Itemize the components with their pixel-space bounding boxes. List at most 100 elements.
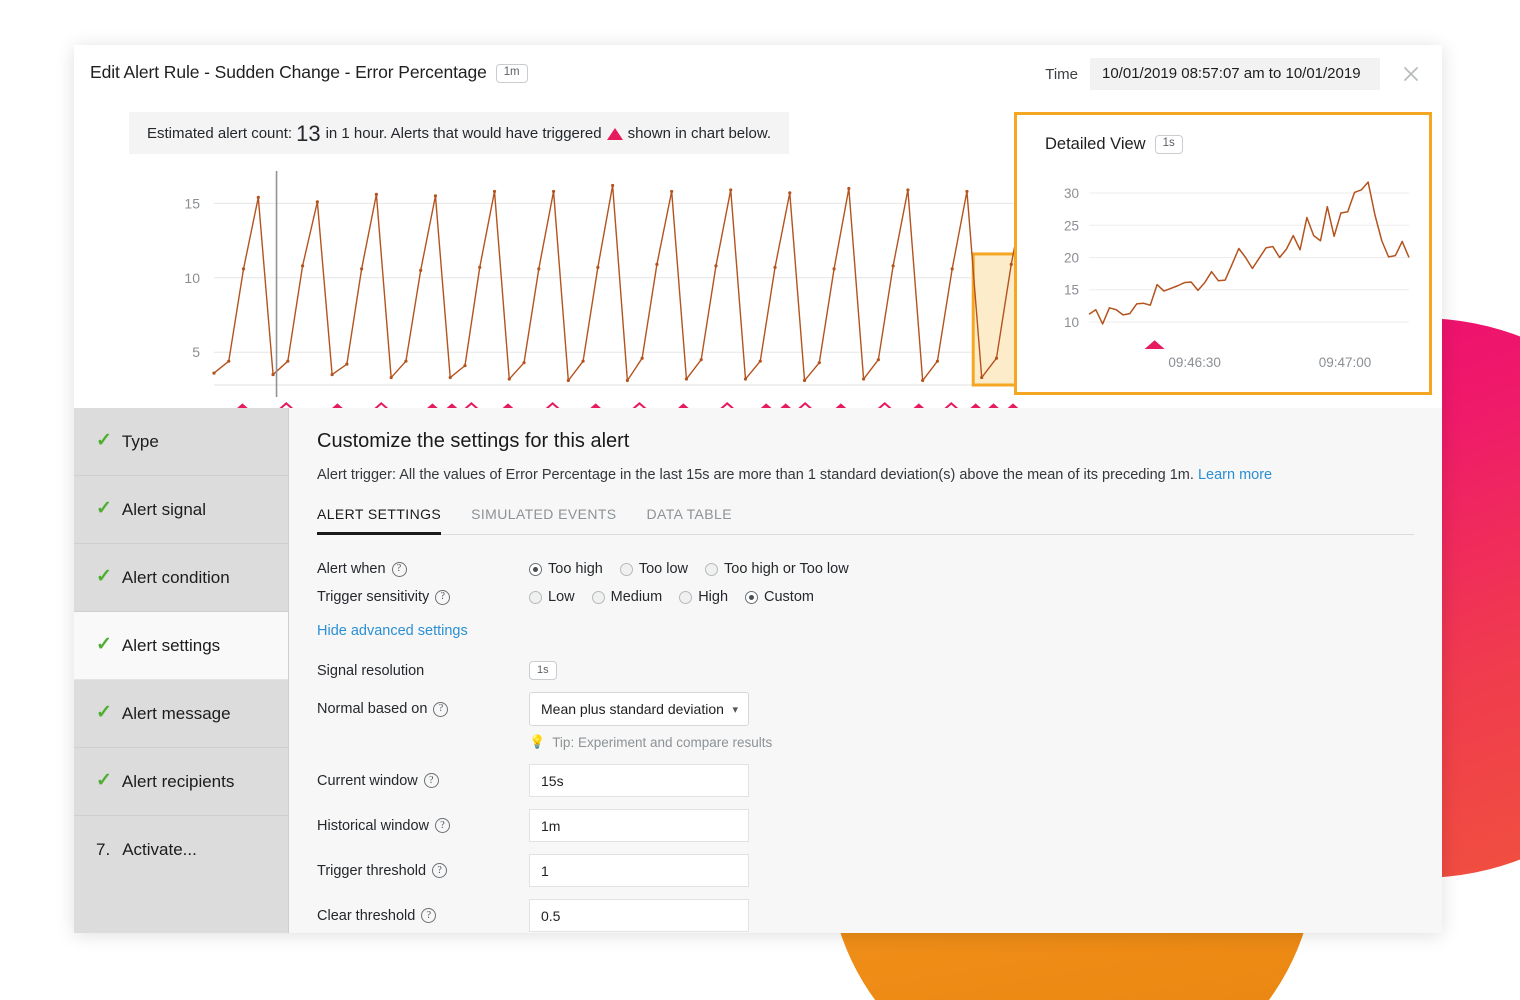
title-resolution-badge: 1m <box>496 64 528 83</box>
radio-indicator <box>620 563 633 576</box>
trigger-sensitivity-radio-group[interactable]: Low Medium High Custom <box>529 589 814 605</box>
data-point <box>951 267 954 270</box>
data-point <box>212 371 215 374</box>
sidebar-item-alert-settings[interactable]: ✓Alert settings <box>74 612 288 680</box>
x-axis-tick-label: 09:46:30 <box>1168 355 1221 370</box>
tab-data-table[interactable]: DATA TABLE <box>647 506 732 535</box>
help-icon[interactable]: ? <box>433 702 448 717</box>
data-point <box>522 361 525 364</box>
detailed-view-title: Detailed View 1s <box>1045 135 1183 154</box>
help-icon[interactable]: ? <box>421 908 436 923</box>
tab-simulated-events[interactable]: SIMULATED EVENTS <box>471 506 616 535</box>
banner-mid: in 1 hour. Alerts that would have trigge… <box>326 125 602 142</box>
sidebar-item-alert-condition[interactable]: ✓Alert condition <box>74 544 288 612</box>
radio-indicator <box>745 591 758 604</box>
alert-when-option-too-high[interactable]: Too high <box>529 561 603 577</box>
alert-when-option-too-high-or-too-low[interactable]: Too high or Too low <box>705 561 849 577</box>
y-axis-tick-label: 30 <box>1064 186 1079 201</box>
sidebar-item-activate[interactable]: 7.Activate... <box>74 816 288 884</box>
dialog-body: ✓Type✓Alert signal✓Alert condition✓Alert… <box>74 408 1442 933</box>
settings-tabs: ALERT SETTINGS SIMULATED EVENTS DATA TABLE <box>317 505 1414 535</box>
data-point <box>537 267 540 270</box>
close-icon[interactable] <box>1396 59 1426 89</box>
detailed-view-chart-svg[interactable]: 101520253009:46:3009:47:00 <box>1027 163 1425 391</box>
check-icon: ✓ <box>96 567 112 586</box>
wizard-sidebar: ✓Type✓Alert signal✓Alert condition✓Alert… <box>74 408 289 933</box>
data-point <box>729 188 732 191</box>
data-point <box>360 267 363 270</box>
alert-when-radio-group[interactable]: Too high Too low Too high or Too low <box>529 561 849 577</box>
learn-more-link[interactable]: Learn more <box>1198 467 1272 483</box>
sensitivity-option-high[interactable]: High <box>679 589 728 605</box>
sidebar-item-alert-recipients[interactable]: ✓Alert recipients <box>74 748 288 816</box>
check-icon: ✓ <box>96 635 112 654</box>
data-point <box>892 264 895 267</box>
current-window-row: Current window ? 15s <box>317 764 1414 797</box>
trigger-threshold-label: Trigger threshold ? <box>317 863 529 879</box>
detailed-view-resolution-badge: 1s <box>1155 135 1183 154</box>
radio-label: High <box>698 589 728 605</box>
data-point <box>641 357 644 360</box>
estimated-alert-count: 13 <box>296 121 320 147</box>
lightbulb-icon: 💡 <box>529 734 545 750</box>
help-icon[interactable]: ? <box>424 773 439 788</box>
detailed-view-title-text: Detailed View <box>1045 135 1146 153</box>
tab-alert-settings[interactable]: ALERT SETTINGS <box>317 506 441 535</box>
y-axis-tick-label: 5 <box>192 344 200 360</box>
main-chart-line <box>214 185 1026 380</box>
detailed-view-chart[interactable]: 101520253009:46:3009:47:00 <box>1027 163 1425 391</box>
data-point <box>552 190 555 193</box>
data-point <box>331 373 334 376</box>
step-number: 7. <box>96 840 110 860</box>
clear-threshold-input[interactable]: 0.5 <box>529 899 749 932</box>
estimated-alert-count-banner: Estimated alert count: 13 in 1 hour. Ale… <box>129 112 789 154</box>
help-icon[interactable]: ? <box>435 590 450 605</box>
data-point <box>818 361 821 364</box>
radio-label: Custom <box>764 589 814 605</box>
normal-based-on-select[interactable]: Mean plus standard deviation ▾ <box>529 692 749 726</box>
y-axis-tick-label: 20 <box>1064 251 1079 266</box>
data-point <box>626 379 629 382</box>
time-label: Time <box>1045 66 1078 83</box>
data-point <box>301 264 304 267</box>
page-title-text: Edit Alert Rule - Sudden Change - Error … <box>90 62 487 82</box>
trigger-threshold-input[interactable]: 1 <box>529 854 749 887</box>
content-subtitle-text: Alert trigger: All the values of Error P… <box>317 467 1194 483</box>
sensitivity-option-medium[interactable]: Medium <box>592 589 663 605</box>
current-window-input[interactable]: 15s <box>529 764 749 797</box>
alert-triangle-icon <box>607 128 623 140</box>
help-icon[interactable]: ? <box>432 863 447 878</box>
chevron-down-icon: ▾ <box>732 703 738 716</box>
radio-indicator <box>529 591 542 604</box>
data-point <box>316 200 319 203</box>
current-window-label: Current window ? <box>317 773 529 789</box>
radio-label: Medium <box>611 589 663 605</box>
main-chart-svg[interactable]: 5101509:0009:0509:1009:1509:2009:2509:30… <box>96 163 1046 441</box>
y-axis-tick-label: 10 <box>1064 315 1079 330</box>
alert-when-option-too-low[interactable]: Too low <box>620 561 688 577</box>
historical-window-input[interactable]: 1m <box>529 809 749 842</box>
sidebar-item-alert-signal[interactable]: ✓Alert signal <box>74 476 288 544</box>
data-point <box>655 263 658 266</box>
data-point <box>862 377 865 380</box>
y-axis-tick-label: 25 <box>1064 218 1079 233</box>
radio-indicator <box>705 563 718 576</box>
help-icon[interactable]: ? <box>392 562 407 577</box>
sensitivity-option-custom[interactable]: Custom <box>745 589 814 605</box>
sidebar-item-alert-message[interactable]: ✓Alert message <box>74 680 288 748</box>
sidebar-item-type[interactable]: ✓Type <box>74 408 288 476</box>
time-range-value[interactable]: 10/01/2019 08:57:07 am to 10/01/2019 <box>1090 58 1380 90</box>
main-chart[interactable]: 5101509:0009:0509:1009:1509:2009:2509:30… <box>96 163 1046 441</box>
data-point <box>508 377 511 380</box>
help-icon[interactable]: ? <box>435 818 450 833</box>
time-range-control[interactable]: Time 10/01/2019 08:57:07 am to 10/01/201… <box>1045 58 1380 90</box>
data-point <box>788 191 791 194</box>
advanced-settings-toggle-row: Hide advanced settings <box>317 623 1414 639</box>
sensitivity-option-low[interactable]: Low <box>529 589 575 605</box>
hide-advanced-settings-link[interactable]: Hide advanced settings <box>317 623 468 639</box>
sidebar-item-label: Alert signal <box>122 500 206 520</box>
data-point <box>449 376 452 379</box>
data-point <box>493 190 496 193</box>
sidebar-item-label: Type <box>122 432 159 452</box>
data-point <box>847 187 850 190</box>
